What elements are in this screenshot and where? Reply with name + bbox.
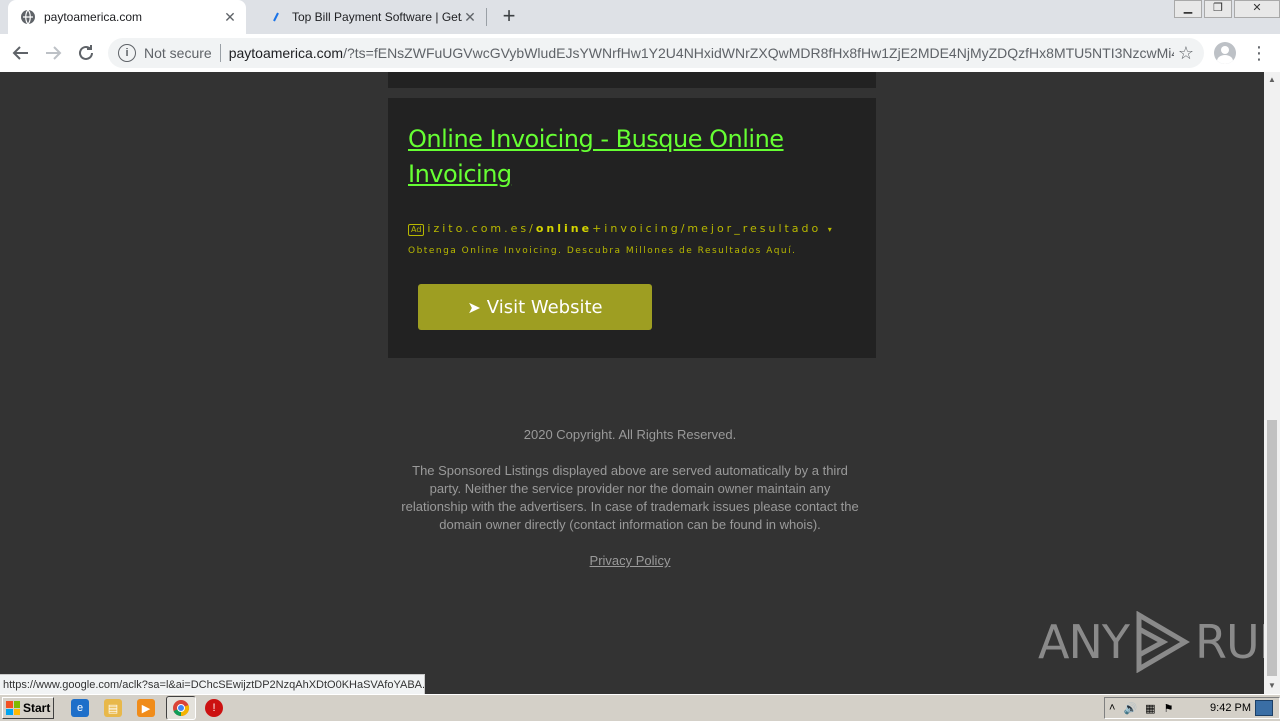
play-triangle-icon <box>1136 611 1190 673</box>
page-scrollbar[interactable]: ▲ ▼ <box>1264 72 1280 694</box>
disclaimer-text: The Sponsored Listings displayed above a… <box>401 463 859 532</box>
ad-title-link[interactable]: Online Invoicing - Busque Online Invoici… <box>408 122 848 192</box>
globe-icon <box>20 9 36 25</box>
new-tab-button[interactable]: + <box>498 5 520 28</box>
getapp-icon <box>268 9 284 25</box>
windows-taskbar: Start e ▤ ▶ ! ˄ 🔊 ▦ ⚑ 9:42 PM <box>0 694 1280 721</box>
ie-icon[interactable]: e <box>71 699 89 717</box>
window-controls: ▁ ❐ ✕ <box>1172 0 1280 18</box>
ad-url-keyword: online <box>535 222 593 235</box>
caret-down-icon[interactable]: ▾ <box>828 225 835 234</box>
url-path: /?ts=fENsZWFuUGVwcGVybWludEJsYWNrfHw1Y2U… <box>343 45 1174 61</box>
address-bar[interactable]: i Not secure paytoamerica.com/?ts=fENsZW… <box>108 38 1204 68</box>
profile-avatar-icon[interactable] <box>1214 42 1236 64</box>
media-player-icon[interactable]: ▶ <box>137 699 155 717</box>
url-text[interactable]: paytoamerica.com/?ts=fENsZWFuUGVwcGVybWl… <box>229 45 1174 61</box>
start-label: Start <box>23 701 51 715</box>
tab-strip: paytoamerica.com ✕ Top Bill Payment Soft… <box>0 0 1280 34</box>
page-footer: 2020 Copyright. All Rights Reserved. The… <box>400 426 860 570</box>
menu-dots-icon[interactable]: ⋮ <box>1250 42 1268 64</box>
page-viewport: Online Invoicing - Busque Online Invoici… <box>0 72 1264 694</box>
start-button[interactable]: Start <box>2 697 54 719</box>
ad-description: Obtenga Online Invoicing. Descubra Millo… <box>408 246 797 256</box>
tab-separator <box>486 8 487 26</box>
back-arrow-icon[interactable] <box>9 41 33 65</box>
privacy-policy-link[interactable]: Privacy Policy <box>590 553 671 568</box>
scroll-up-icon[interactable]: ▲ <box>1264 72 1280 88</box>
tab-close-icon[interactable]: ✕ <box>222 9 238 25</box>
tab-close-icon[interactable]: ✕ <box>462 9 478 25</box>
scroll-thumb[interactable] <box>1267 420 1277 676</box>
url-host: paytoamerica.com <box>228 45 344 61</box>
watermark-right: RUN <box>1194 615 1264 669</box>
ad-url-suffix: +invoicing/mejor_resultado <box>592 222 822 235</box>
visit-website-label: Visit Website <box>486 296 603 318</box>
chrome-icon[interactable] <box>166 696 196 720</box>
restore-icon[interactable]: ❐ <box>1204 0 1232 18</box>
previous-ad-card <box>388 72 876 88</box>
window-close-icon[interactable]: ✕ <box>1234 0 1280 18</box>
reload-icon[interactable] <box>74 41 98 65</box>
info-icon[interactable]: i <box>118 44 136 62</box>
ad-badge: Ad <box>408 224 425 236</box>
volume-icon[interactable]: 🔊 <box>1123 702 1137 715</box>
omnibox-divider <box>219 44 221 62</box>
tab-title: Top Bill Payment Software | GetApp <box>292 10 462 24</box>
browser-toolbar: i Not secure paytoamerica.com/?ts=fENsZW… <box>0 34 1280 73</box>
ad-url-prefix: izito.com.es/ <box>427 222 536 235</box>
scroll-down-icon[interactable]: ▼ <box>1264 678 1280 694</box>
visit-website-button[interactable]: ➤ Visit Website <box>418 284 652 330</box>
tab-title: paytoamerica.com <box>44 10 143 24</box>
clock[interactable]: 9:42 PM <box>1210 702 1251 714</box>
tab-paytoamerica[interactable]: paytoamerica.com ✕ <box>8 0 246 34</box>
flag-icon[interactable]: ⚑ <box>1164 702 1174 715</box>
forward-arrow-icon[interactable] <box>41 41 65 65</box>
watermark-left: ANY <box>1038 615 1130 669</box>
show-desktop-icon[interactable] <box>1255 700 1273 716</box>
tray-expand-icon[interactable]: ˄ <box>1109 702 1115 714</box>
status-url-bubble: https://www.google.com/aclk?sa=l&ai=DChc… <box>0 674 425 694</box>
explorer-icon[interactable]: ▤ <box>104 699 122 717</box>
security-icon[interactable]: ! <box>205 699 223 717</box>
anyrun-watermark: ANY RUN <box>1038 610 1264 674</box>
copyright-text: 2020 Copyright. All Rights Reserved. <box>523 427 737 442</box>
windows-logo-icon <box>6 701 20 715</box>
tab-getapp[interactable]: Top Bill Payment Software | GetApp ✕ <box>256 0 486 34</box>
system-tray: ˄ 🔊 ▦ ⚑ 9:42 PM <box>1104 697 1280 719</box>
network-icon[interactable]: ▦ <box>1145 702 1155 715</box>
security-label: Not secure <box>144 45 212 61</box>
ad-card: Online Invoicing - Busque Online Invoici… <box>388 98 876 358</box>
send-arrow-icon: ➤ <box>467 297 481 317</box>
bookmark-star-icon[interactable]: ☆ <box>1174 43 1198 64</box>
minimize-icon[interactable]: ▁ <box>1174 0 1202 18</box>
ad-url[interactable]: Ad izito.com.es/online+invoicing/mejor_re… <box>408 222 835 236</box>
